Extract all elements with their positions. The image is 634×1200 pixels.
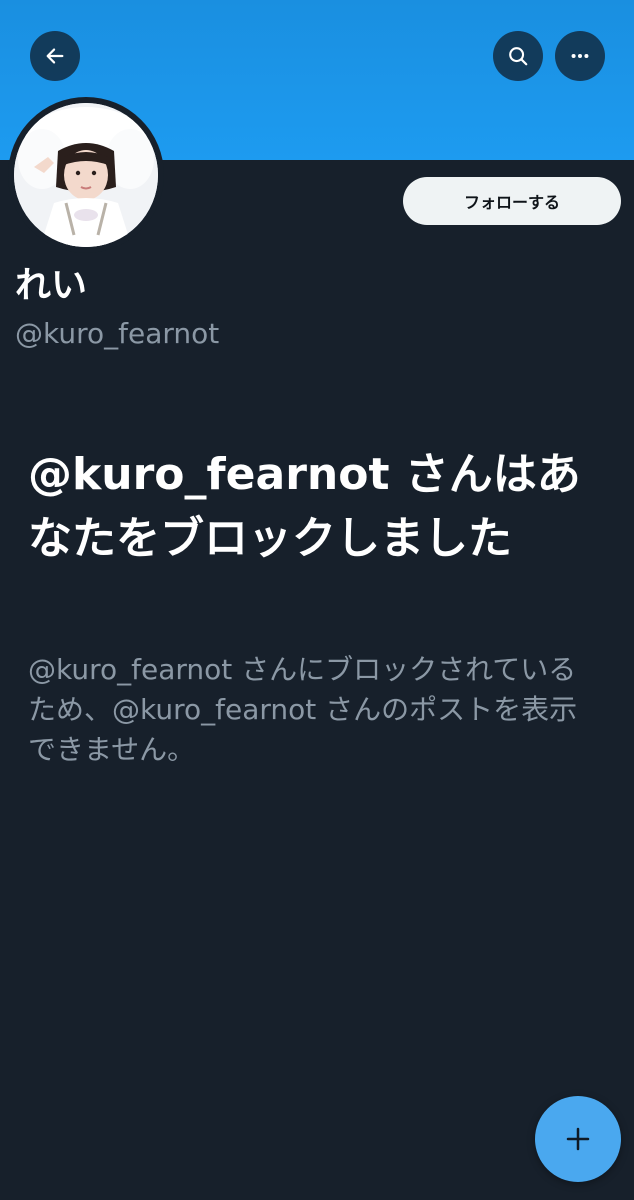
avatar-photo bbox=[14, 103, 158, 247]
compose-post-button[interactable] bbox=[535, 1096, 621, 1182]
search-button[interactable] bbox=[493, 31, 543, 81]
more-horizontal-icon bbox=[571, 53, 589, 59]
blocked-notice-title: @kuro_fearnot さんはあなたをブロックしました bbox=[28, 449, 581, 564]
blocked-notice-description: @kuro_fearnot さんにブロックされているため、@kuro_fearn… bbox=[28, 653, 578, 766]
more-options-button[interactable] bbox=[555, 31, 605, 81]
avatar-frame bbox=[8, 97, 164, 253]
profile-page: フォローする れい @kuro_fearnot @kuro_fearnot さん… bbox=[0, 0, 634, 1200]
arrow-left-icon bbox=[46, 48, 64, 64]
plus-icon bbox=[566, 1127, 590, 1151]
follow-button[interactable]: フォローする bbox=[403, 177, 621, 225]
back-button[interactable] bbox=[30, 31, 80, 81]
profile-handle: @kuro_fearnot bbox=[15, 317, 220, 350]
avatar[interactable] bbox=[14, 103, 158, 247]
profile-display-name: れい bbox=[15, 265, 88, 306]
search-icon bbox=[509, 47, 528, 66]
